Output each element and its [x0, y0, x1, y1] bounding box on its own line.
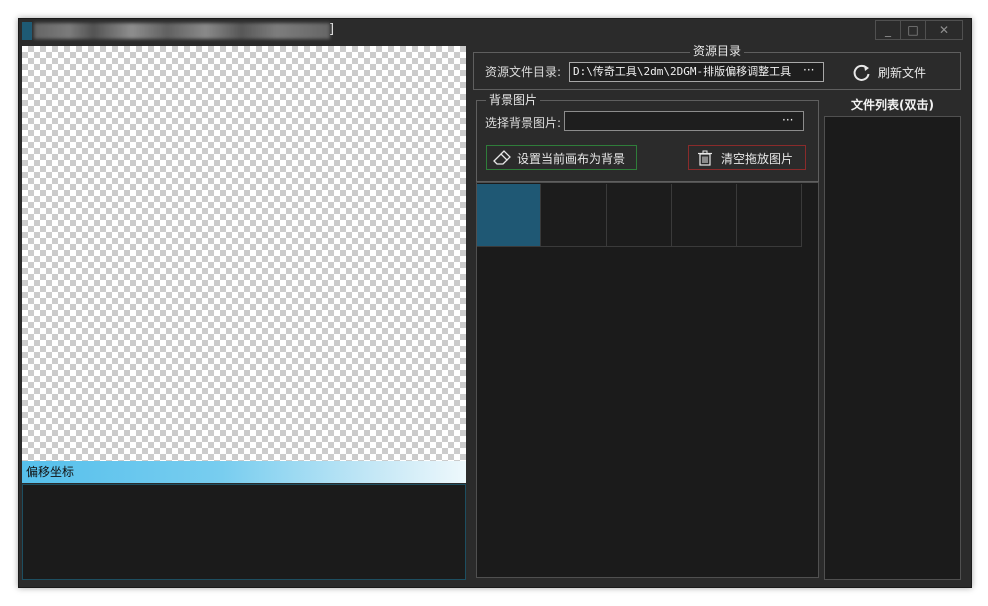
offset-coordinates-panel[interactable]: [22, 484, 466, 580]
background-image-browse-button[interactable]: ···: [782, 113, 793, 127]
resource-dir-label: 资源文件目录:: [485, 65, 562, 79]
set-canvas-as-background-button[interactable]: 设置当前画布为背景: [486, 145, 637, 170]
app-icon: [22, 22, 32, 40]
file-list[interactable]: [824, 116, 961, 580]
refresh-files-label: 刷新文件: [878, 66, 927, 80]
thumbnail-slot[interactable]: [737, 184, 802, 247]
clear-dropped-images-label: 清空拖放图片: [721, 152, 794, 166]
trash-icon: [698, 150, 712, 166]
thumbnail-slot[interactable]: [541, 184, 607, 247]
background-image-label: 选择背景图片:: [485, 116, 562, 130]
minimize-button[interactable]: _: [875, 20, 901, 40]
maximize-button[interactable]: □: [900, 20, 926, 40]
eraser-icon: [493, 150, 511, 165]
resource-dir-title: 资源目录: [690, 44, 745, 58]
transparent-canvas[interactable]: [22, 46, 466, 464]
thumbnail-slot[interactable]: [607, 184, 672, 247]
refresh-icon: [853, 64, 870, 81]
thumbnail-slot[interactable]: [672, 184, 737, 247]
window-title-tail: ]: [329, 22, 335, 37]
offset-coordinates-header: 偏移坐标: [22, 461, 466, 483]
title-bar[interactable]: ] _ □ ✕: [19, 19, 971, 44]
file-list-header: 文件列表(双击): [824, 94, 961, 116]
window-controls: _ □ ✕: [875, 20, 963, 40]
thumbnail-slot[interactable]: [477, 184, 541, 247]
close-button[interactable]: ✕: [925, 20, 963, 40]
clear-dropped-images-button[interactable]: 清空拖放图片: [688, 145, 806, 170]
refresh-files-button[interactable]: 刷新文件: [852, 61, 942, 83]
window-title-redacted: [34, 23, 330, 39]
resource-dir-browse-button[interactable]: ···: [803, 63, 814, 77]
background-image-field[interactable]: [564, 111, 804, 131]
set-canvas-as-background-label: 设置当前画布为背景: [517, 152, 626, 166]
resource-dir-path-field[interactable]: D:\传奇工具\2dm\2DGM-排版偏移调整工具: [569, 62, 824, 82]
background-image-title: 背景图片: [486, 93, 541, 107]
